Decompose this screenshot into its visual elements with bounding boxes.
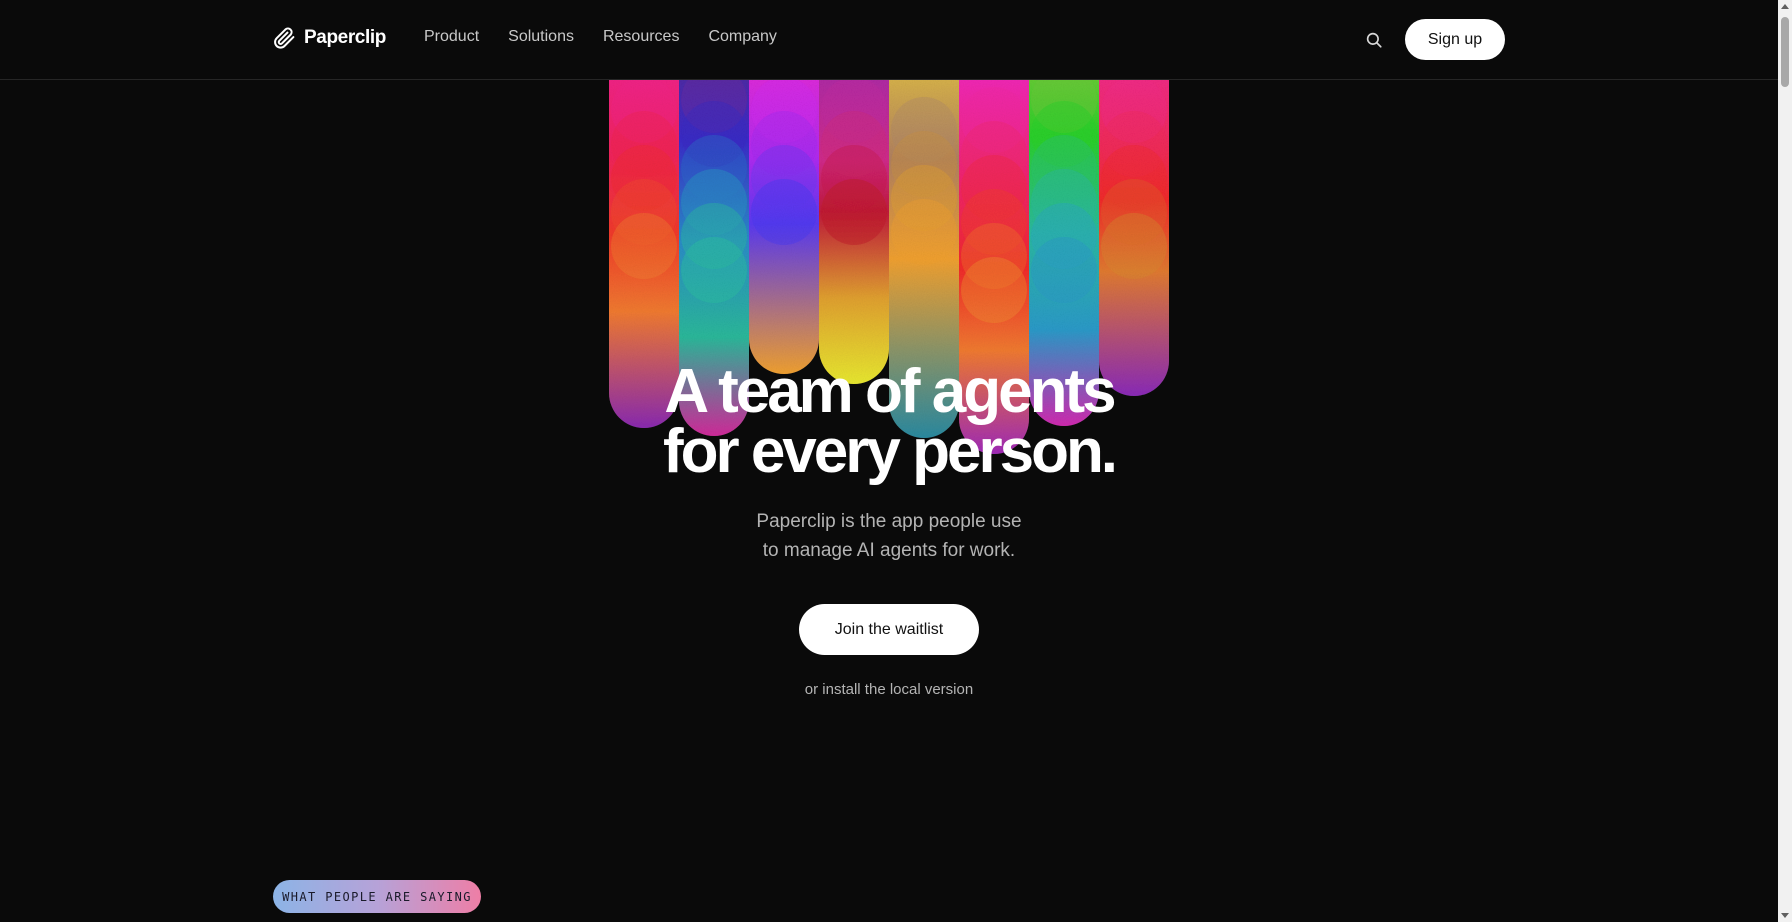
hero-subtitle-line-1: Paperclip is the app people use <box>756 511 1022 532</box>
nav-item-solutions[interactable]: Solutions <box>508 28 574 46</box>
hero-title-line-2: for every person. <box>662 417 1118 486</box>
testimonials-badge: WHAT PEOPLE ARE SAYING <box>273 880 481 913</box>
hero-subtitle: Paperclip is the app people use to manag… <box>0 507 1778 565</box>
scrollbar-thumb[interactable] <box>1781 17 1789 87</box>
hero-subtitle-line-2: to manage AI agents for work. <box>762 540 1016 561</box>
page: Paperclip Product Solutions Resources Co… <box>0 0 1792 922</box>
signup-button[interactable]: Sign up <box>1405 19 1505 60</box>
logo-link[interactable]: Paperclip <box>272 26 386 50</box>
hero-title: A team of agents for every person. <box>0 361 1778 483</box>
nav-item-product[interactable]: Product <box>424 28 479 46</box>
join-waitlist-button[interactable]: Join the waitlist <box>799 604 979 655</box>
hero-title-line-1: A team of agents <box>664 357 1116 426</box>
nav-item-resources[interactable]: Resources <box>603 28 679 46</box>
search-button[interactable] <box>1362 28 1386 52</box>
paperclip-icon <box>274 27 295 49</box>
nav-item-company[interactable]: Company <box>708 28 776 46</box>
site-header: Paperclip Product Solutions Resources Co… <box>0 0 1778 80</box>
scroll-up-icon[interactable] <box>1781 4 1789 9</box>
scroll-down-icon[interactable] <box>1781 913 1789 918</box>
install-local-link: or install the local version <box>0 681 1778 698</box>
logo-text: Paperclip <box>304 27 386 48</box>
main-nav: Product Solutions Resources Company <box>424 28 777 46</box>
page-scrollbar[interactable] <box>1778 0 1792 922</box>
install-local-link-text[interactable]: or install the local version <box>805 681 973 698</box>
search-icon <box>1366 32 1382 48</box>
